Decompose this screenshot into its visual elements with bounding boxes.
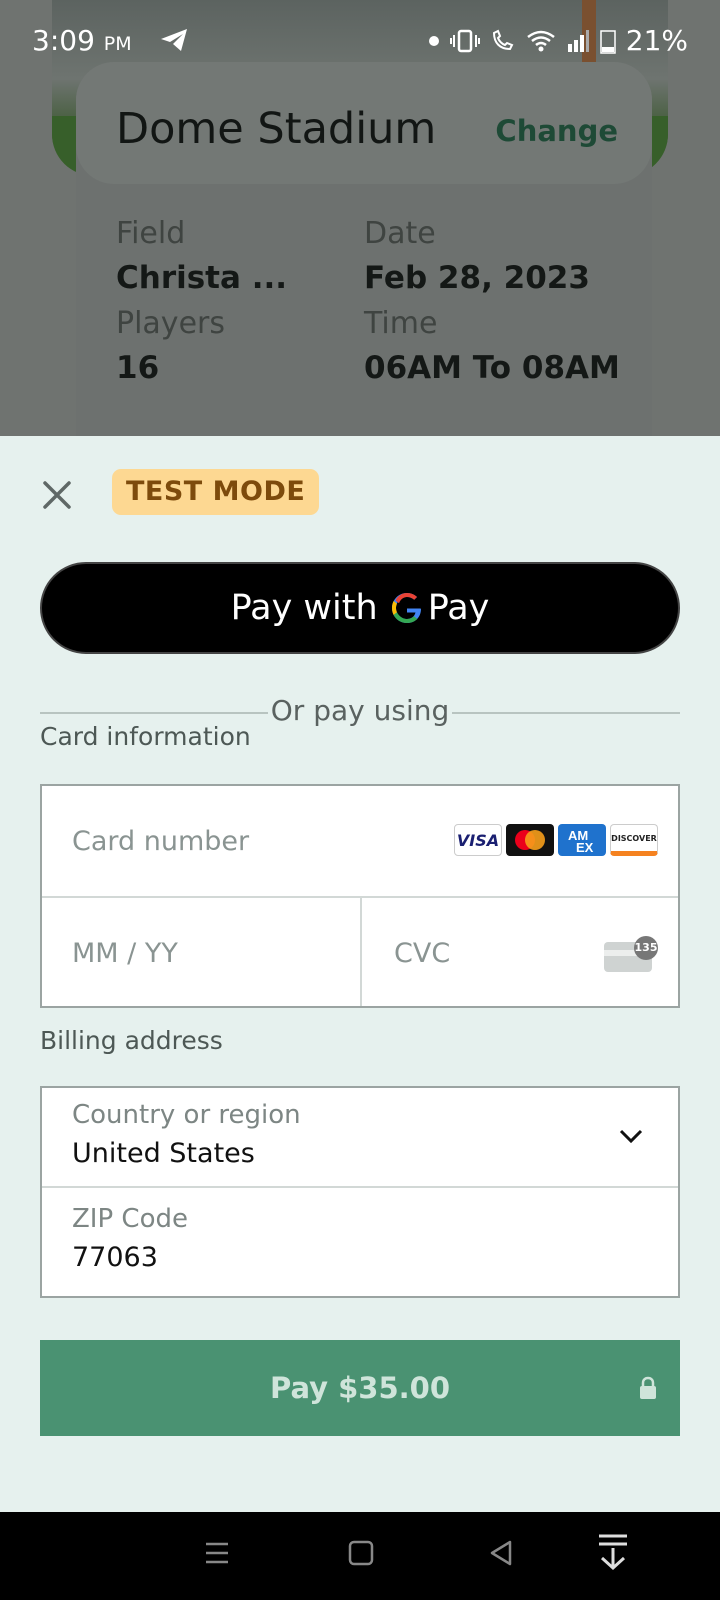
- test-mode-badge: TEST MODE: [112, 469, 320, 515]
- telegram-icon: [160, 29, 187, 51]
- cvc-field[interactable]: CVC 135: [362, 898, 678, 1006]
- status-icons: 21%: [428, 24, 688, 57]
- card-information-form: Card number VISA AM EX DISCOVER MM / YY C…: [40, 784, 680, 1008]
- players-label: Players: [116, 306, 225, 341]
- time-label: Time: [364, 306, 438, 341]
- billing-address-form: Country or region United States ZIP Code…: [40, 1086, 680, 1298]
- visa-icon: VISA: [454, 824, 502, 856]
- payment-sheet: TEST MODE Pay with Pay Or pay using Card…: [0, 436, 720, 1512]
- pay-button-label: Pay $35.00: [269, 1371, 451, 1405]
- discover-icon: DISCOVER: [610, 824, 658, 856]
- country-value: United States: [72, 1138, 255, 1169]
- zip-value: 77063: [72, 1242, 158, 1273]
- divider-right: [452, 712, 680, 714]
- time-value: 06AM To 08AM: [364, 350, 620, 386]
- navigation-bar: [0, 1512, 720, 1600]
- card-information-label: Card information: [40, 722, 251, 751]
- card-number-field[interactable]: Card number VISA AM EX DISCOVER: [42, 786, 678, 898]
- mastercard-icon: [506, 824, 554, 856]
- vibrate-icon: [449, 29, 480, 52]
- battery-percent: 21%: [625, 24, 688, 57]
- zip-label: ZIP Code: [72, 1204, 188, 1234]
- lock-icon: [640, 1376, 656, 1399]
- venue-title: Dome Stadium: [116, 104, 437, 154]
- country-select[interactable]: Country or region United States: [42, 1088, 678, 1188]
- country-label: Country or region: [72, 1100, 301, 1130]
- clock-text: 3:09: [32, 24, 95, 57]
- signal-icon: [567, 29, 589, 52]
- google-pay-button[interactable]: Pay with Pay: [40, 562, 680, 654]
- booking-summary-card: Dome Stadium Change Field Christa ... Da…: [76, 62, 652, 436]
- billing-address-label: Billing address: [40, 1026, 223, 1055]
- chevron-down-icon: [619, 1129, 643, 1144]
- cvc-badge: 135: [634, 936, 658, 960]
- status-bar: 3:09 PM 21%: [0, 0, 720, 84]
- field-label: Field: [116, 216, 186, 251]
- players-value: 16: [116, 350, 160, 386]
- change-venue-link[interactable]: Change: [495, 114, 618, 148]
- back-icon[interactable]: [488, 1538, 514, 1568]
- notification-shade-icon[interactable]: [596, 1532, 630, 1572]
- expiry-placeholder: MM / YY: [72, 938, 178, 969]
- zip-code-field[interactable]: ZIP Code 77063: [42, 1188, 678, 1296]
- status-time: 3:09 PM: [32, 24, 189, 57]
- battery-icon: [600, 29, 616, 54]
- gpay-pay-text: Pay: [427, 588, 490, 628]
- date-value: Feb 28, 2023: [364, 260, 590, 296]
- close-icon[interactable]: [38, 476, 76, 514]
- clock-ampm: PM: [103, 33, 132, 55]
- notification-dot-icon: [428, 35, 439, 46]
- field-value: Christa ...: [116, 260, 288, 296]
- gpay-logo: Pay: [390, 588, 490, 628]
- cvc-card-icon: 135: [604, 936, 658, 976]
- pay-button[interactable]: Pay $35.00: [40, 1340, 680, 1436]
- card-brands: VISA AM EX DISCOVER: [454, 824, 658, 856]
- wifi-call-icon: [492, 29, 514, 50]
- expiry-field[interactable]: MM / YY: [42, 898, 362, 1006]
- svg-text:EX: EX: [576, 840, 594, 854]
- google-g-icon: [391, 593, 421, 623]
- amex-icon: AM EX: [558, 824, 606, 856]
- home-icon[interactable]: [348, 1538, 374, 1568]
- wifi-icon: [527, 30, 555, 51]
- gpay-prefix-text: Pay with: [230, 588, 378, 628]
- card-number-placeholder: Card number: [72, 826, 250, 857]
- recent-apps-icon[interactable]: [204, 1538, 230, 1568]
- cvc-placeholder: CVC: [394, 938, 451, 969]
- date-label: Date: [364, 216, 436, 251]
